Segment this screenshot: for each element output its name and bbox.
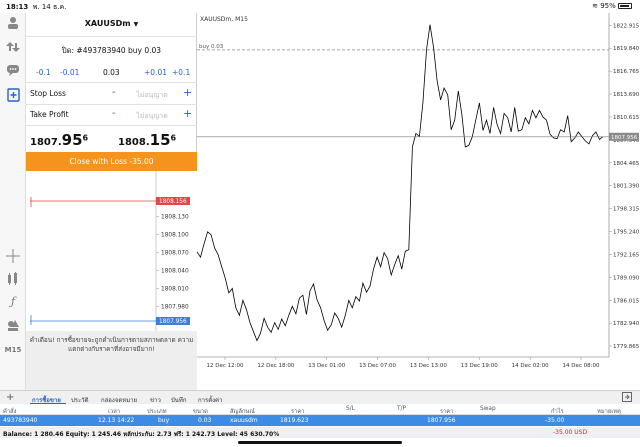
volume-minus-0.01-button[interactable]: -0.01: [60, 68, 79, 77]
trade-arrows-icon[interactable]: [4, 40, 22, 54]
y-tick-label: 1801.390: [613, 184, 640, 190]
y-tick-label: 1804.465: [613, 161, 640, 167]
positions-table-header: คำสั่ง เวลา ประเภท ขนาด สัญลักษณ์ ราคา S…: [0, 404, 640, 415]
crosshair-icon[interactable]: [4, 249, 22, 263]
cell-profit: -35.00: [545, 417, 565, 424]
col-swap: Swap: [480, 406, 496, 412]
mini-tick-label: 1808.070: [161, 251, 189, 257]
y-tick-label: 1816.765: [613, 69, 640, 75]
trade-level-label: buy 0.03: [199, 44, 224, 50]
price-chart[interactable]: XAUUSDm, M15 1822.915 1819.840 1816.765 1813…: [197, 13, 640, 390]
battery-icon: [618, 3, 632, 9]
y-tick-label: 1813.690: [613, 92, 640, 98]
x-tick-label: 13 Dec 07:00: [359, 363, 396, 369]
x-tick-label: 13 Dec 13:00: [410, 363, 447, 369]
x-tick-label: 12 Dec 18:00: [257, 363, 294, 369]
stop-loss-plus-button[interactable]: +: [183, 87, 192, 98]
take-profit-plus-button[interactable]: +: [183, 108, 192, 119]
ask-price: 1808.156: [118, 131, 177, 149]
mini-tick-label: 1808.130: [161, 215, 189, 221]
indicators-icon[interactable]: [4, 272, 22, 286]
bid-price-label: 1807.956: [159, 319, 187, 325]
y-tick-label: 1782.940: [613, 321, 640, 327]
mini-tick-chart: 1808.130 1808.100 1808.070 1808.040 1808.010…: [26, 171, 197, 331]
volume-plus-0.01-button[interactable]: +0.01: [144, 68, 167, 77]
take-profit-input[interactable]: ไม่อนุญาต: [124, 111, 180, 122]
objects-icon[interactable]: [4, 318, 22, 332]
divider: [26, 82, 197, 83]
mini-tick-label: 1808.100: [161, 233, 189, 239]
y-tick-label: 1792.165: [613, 252, 640, 258]
bid-price: 1807.956: [30, 131, 89, 149]
chart-title: XAUUSDm, M15: [200, 16, 248, 23]
mini-tick-label: 1808.010: [161, 287, 189, 293]
status-bar: 18:13 พ. 14 ธ.ค. ≋ 95%: [0, 0, 640, 13]
cell-time: 12.13 14:22: [98, 417, 135, 424]
cell-price: 1819.623: [280, 417, 309, 424]
cell-size: 0.03: [198, 417, 212, 424]
battery-percent: 95%: [600, 2, 616, 10]
divider: [26, 104, 197, 105]
current-price-label: 1807.956: [611, 135, 638, 141]
y-tick-label: 1810.615: [613, 115, 640, 121]
table-row[interactable]: 493783940 12.13 14:22 buy 0.03 xauusdm 1…: [0, 415, 640, 426]
mini-tick-label: 1808.040: [161, 269, 189, 275]
balance-bar: Balance: 1 280.46 Equity: 1 245.46 หลักป…: [0, 427, 640, 438]
status-date: พ. 14 ธ.ค.: [32, 3, 67, 11]
ask-price-label: 1808.156: [159, 199, 187, 205]
y-tick-label: 1822.915: [613, 23, 640, 29]
y-tick-label: 1789.090: [613, 275, 640, 281]
stop-loss-minus-button[interactable]: -: [112, 88, 116, 98]
home-indicator[interactable]: [238, 441, 402, 444]
wifi-icon: ≋: [592, 2, 598, 10]
total-profit: -35.00 USD: [553, 429, 588, 436]
volume-minus-0.1-button[interactable]: -0.1: [36, 68, 51, 77]
chart-background: [197, 13, 640, 390]
stop-loss-input[interactable]: ไม่อนุญาต: [124, 90, 180, 101]
y-tick-label: 1779.865: [613, 344, 640, 350]
y-tick-label: 1798.315: [613, 207, 640, 213]
cell-symbol: xauusdm: [230, 417, 258, 424]
left-toolbar: ƒ M15: [0, 13, 26, 390]
status-time: 18:13: [6, 3, 29, 11]
x-tick-label: 14 Dec 08:00: [563, 363, 600, 369]
add-tab-button[interactable]: +: [6, 392, 14, 403]
close-with-loss-button[interactable]: Close with Loss -35.00: [26, 152, 197, 171]
y-tick-label: 1795.240: [613, 230, 640, 236]
y-tick-label: 1786.015: [613, 298, 640, 304]
expand-panel-icon[interactable]: [622, 392, 632, 404]
symbol-name: XAUUSDm: [84, 19, 131, 28]
x-tick-label: 12 Dec 12:00: [207, 363, 244, 369]
divider: [26, 125, 197, 126]
col-sl: S/L: [346, 406, 355, 412]
chat-icon[interactable]: [4, 64, 22, 78]
balance-summary: Balance: 1 280.46 Equity: 1 245.46 หลักป…: [3, 431, 280, 438]
y-tick-label: 1819.840: [613, 46, 640, 52]
toolbox-tabs: + การซื้อขาย ประวัติ กล่องจดหมาย ข่าว บั…: [0, 390, 640, 405]
order-panel: XAUUSDm ▼ ปิด: #493783940 buy 0.03 -0.1 -…: [26, 13, 197, 390]
col-tp: T/P: [397, 406, 406, 412]
cell-type: buy: [158, 417, 170, 424]
timeframe-button[interactable]: M15: [4, 343, 22, 357]
x-tick-label: 14 Dec 02:00: [512, 363, 549, 369]
mini-tick-label: 1807.980: [161, 305, 189, 311]
symbol-selector[interactable]: XAUUSDm ▼: [26, 19, 197, 28]
function-icon[interactable]: ƒ: [4, 295, 22, 309]
cell-current-price: 1807.956: [427, 417, 456, 424]
take-profit-label: Take Profit: [30, 110, 69, 119]
cell-order: 493783940: [3, 417, 38, 424]
divider: [26, 36, 197, 37]
profile-icon[interactable]: [4, 16, 22, 30]
chevron-down-icon: ▼: [133, 21, 139, 28]
new-order-icon[interactable]: [4, 88, 22, 102]
x-tick-label: 13 Dec 01:00: [308, 363, 345, 369]
take-profit-minus-button[interactable]: -: [112, 109, 116, 119]
market-warning: คำเตือน! การซื้อขายจะถูกดำเนินการตามสภาพ…: [26, 331, 197, 390]
volume-plus-0.1-button[interactable]: +0.1: [172, 68, 190, 77]
volume-value[interactable]: 0.03: [103, 68, 120, 77]
x-tick-label: 13 Dec 19:00: [461, 363, 498, 369]
stop-loss-label: Stop Loss: [30, 89, 66, 98]
order-description: ปิด: #493783940 buy 0.03: [61, 46, 162, 55]
